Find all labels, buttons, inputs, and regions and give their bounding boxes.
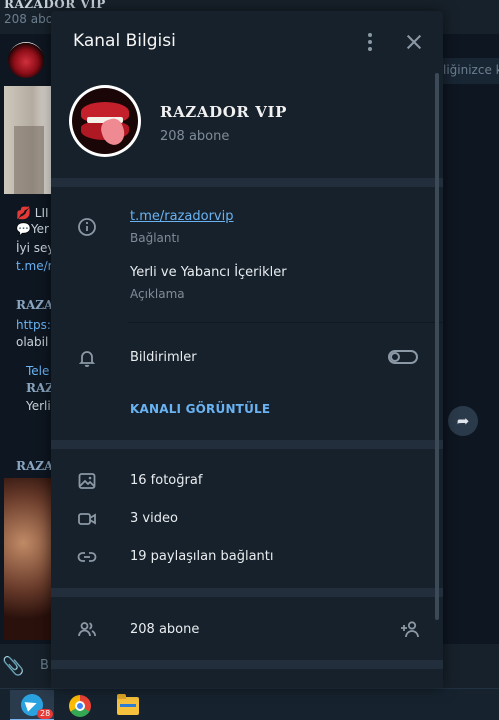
message-snippet: RAZA	[16, 298, 54, 312]
channel-link[interactable]: t.me/razadorvip	[130, 209, 233, 224]
chat-title: RAZADOR VIP	[4, 0, 106, 11]
message-input-placeholder: B	[40, 658, 49, 673]
taskbar-telegram[interactable]: 28	[10, 690, 54, 720]
row-divider	[128, 322, 443, 323]
section-separator	[51, 178, 443, 187]
members-icon	[78, 622, 96, 637]
section-separator	[51, 440, 443, 449]
message-snippet: RAZ	[26, 381, 55, 395]
message-photo[interactable]	[4, 86, 52, 194]
bell-icon	[78, 351, 96, 367]
photo-icon	[78, 473, 96, 489]
channel-subscriber-count: 208 abone	[160, 129, 230, 144]
taskbar: 28	[0, 688, 499, 720]
close-button[interactable]	[401, 29, 427, 55]
shared-links-link[interactable]: 19 paylaşılan bağlantı	[130, 549, 274, 564]
channel-avatar[interactable]	[69, 85, 141, 157]
message-photo[interactable]	[4, 478, 52, 640]
folder-icon	[117, 693, 139, 715]
message-snippet: İyi sey	[16, 241, 55, 255]
forward-icon[interactable]: ➦	[448, 406, 478, 436]
chat-avatar[interactable]	[8, 42, 44, 78]
view-channel-button[interactable]: KANALI GÖRÜNTÜLE	[130, 402, 270, 416]
message-snippet: olabil	[16, 335, 49, 349]
message-snippet: 💬Yer	[16, 222, 49, 236]
message-snippet: t.me/r	[16, 259, 53, 273]
message-snippet: https:	[16, 318, 51, 332]
photos-link[interactable]: 16 fotoğraf	[130, 473, 202, 488]
channel-link-caption: Bağlantı	[130, 231, 180, 245]
message-snippet: Tele	[26, 364, 50, 378]
dialog-title: Kanal Bilgisi	[73, 31, 176, 51]
channel-description: Yerli ve Yabancı İçerikler	[130, 265, 287, 280]
message-snippet: RAZA	[16, 459, 54, 473]
message-snippet: 💋 LII	[16, 206, 49, 220]
notifications-toggle[interactable]	[388, 350, 418, 364]
section-separator	[51, 660, 443, 669]
more-vertical-icon	[368, 33, 372, 37]
dialog-scrollbar[interactable]	[435, 73, 439, 620]
more-options-button[interactable]	[357, 29, 383, 55]
attach-icon[interactable]: 📎	[2, 656, 24, 677]
channel-name: RAZADOR VIP	[160, 103, 287, 121]
pinned-message-text: liğinizce k	[443, 63, 499, 77]
video-icon	[78, 513, 96, 525]
link-icon	[77, 552, 97, 562]
add-member-icon[interactable]	[399, 618, 421, 640]
chrome-icon	[69, 694, 91, 717]
info-icon	[78, 218, 96, 236]
pinned-message-strip[interactable]: liğinizce k	[440, 58, 499, 84]
dialog-header: Kanal Bilgisi	[51, 11, 443, 73]
unread-badge: 28	[37, 709, 54, 719]
channel-profile: RAZADOR VIP 208 abone	[51, 73, 443, 178]
videos-link[interactable]: 3 video	[130, 511, 178, 526]
section-separator	[51, 588, 443, 597]
taskbar-file-explorer[interactable]	[106, 690, 150, 720]
taskbar-chrome[interactable]	[58, 690, 102, 720]
lips-logo	[72, 88, 138, 154]
channel-description-caption: Açıklama	[130, 287, 185, 301]
members-count[interactable]: 208 abone	[130, 622, 199, 637]
message-snippet: Yerli	[26, 399, 51, 413]
notifications-label: Bildirimler	[130, 350, 197, 365]
channel-info-dialog: Kanal Bilgisi RAZADOR VIP 208 abone t.me…	[51, 11, 443, 688]
